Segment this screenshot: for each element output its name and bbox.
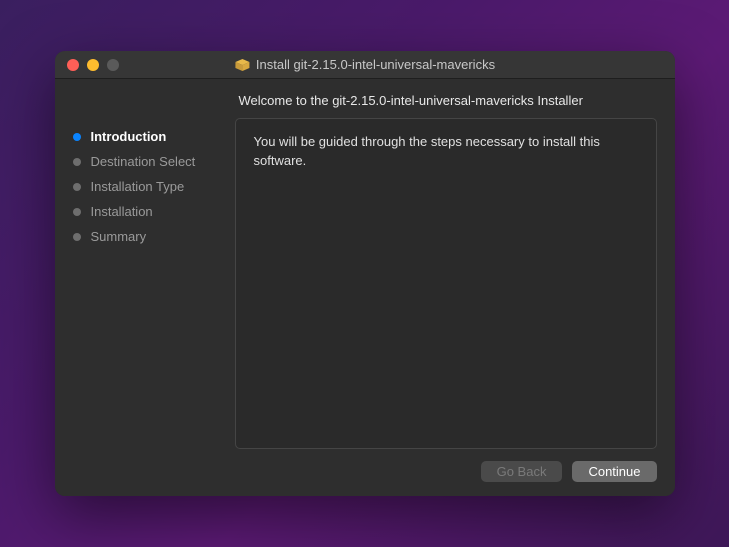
sidebar-item-installation-type: Installation Type (73, 179, 235, 194)
welcome-text: You will be guided through the steps nec… (254, 134, 600, 168)
step-label: Installation Type (91, 179, 185, 194)
package-icon (234, 57, 250, 73)
content-box: You will be guided through the steps nec… (235, 118, 657, 449)
step-bullet-icon (73, 208, 81, 216)
titlebar: Install git-2.15.0-intel-universal-maver… (55, 51, 675, 79)
sidebar-item-summary: Summary (73, 229, 235, 244)
window-body: Introduction Destination Select Installa… (55, 79, 675, 496)
zoom-window-button (107, 59, 119, 71)
footer: Go Back Continue (235, 449, 657, 482)
go-back-button: Go Back (481, 461, 563, 482)
traffic-lights (55, 59, 119, 71)
page-title: Welcome to the git-2.15.0-intel-universa… (235, 93, 657, 108)
step-label: Summary (91, 229, 147, 244)
step-label: Introduction (91, 129, 167, 144)
close-window-button[interactable] (67, 59, 79, 71)
step-bullet-icon (73, 133, 81, 141)
sidebar-item-introduction: Introduction (73, 129, 235, 144)
window-title-text: Install git-2.15.0-intel-universal-maver… (256, 57, 495, 72)
step-label: Installation (91, 204, 153, 219)
step-bullet-icon (73, 158, 81, 166)
main-panel: Welcome to the git-2.15.0-intel-universa… (235, 79, 675, 496)
step-label: Destination Select (91, 154, 196, 169)
window-title: Install git-2.15.0-intel-universal-maver… (234, 57, 495, 73)
minimize-window-button[interactable] (87, 59, 99, 71)
step-bullet-icon (73, 183, 81, 191)
sidebar: Introduction Destination Select Installa… (55, 79, 235, 496)
installer-window: Install git-2.15.0-intel-universal-maver… (55, 51, 675, 496)
continue-button[interactable]: Continue (572, 461, 656, 482)
step-bullet-icon (73, 233, 81, 241)
sidebar-item-destination-select: Destination Select (73, 154, 235, 169)
sidebar-item-installation: Installation (73, 204, 235, 219)
